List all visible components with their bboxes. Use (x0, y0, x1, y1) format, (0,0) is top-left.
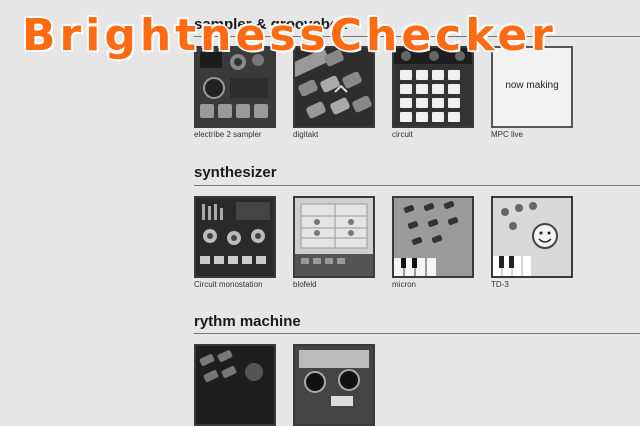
tile-caption: micron (392, 280, 417, 289)
section-divider (194, 185, 640, 186)
tile-caption: blofeld (293, 280, 317, 289)
tile-caption: TD-3 (491, 280, 509, 289)
thumbnail-blofeld[interactable] (293, 196, 375, 278)
thumbnail-rhythm-machine-1[interactable] (194, 344, 276, 426)
thumbnail-micron[interactable] (392, 196, 474, 278)
tile-circuit-monostation[interactable]: Circuit monostation (194, 196, 276, 290)
tile-caption: digitakt (293, 130, 319, 139)
rhythm-machine-2-image (295, 346, 373, 424)
section-title-synthesizer: synthesizer (194, 164, 277, 181)
section-title-rythm-machine: rythm machine (194, 313, 301, 330)
tile-caption: circuit (392, 130, 413, 139)
circuit-monostation-image (196, 198, 274, 276)
brightnesschecker-logo: BrightnessChecker (21, 9, 557, 63)
micron-image (394, 198, 472, 276)
tile-rhythm-machine-1[interactable] (194, 344, 276, 426)
tile-caption: MPC live (491, 130, 524, 139)
blofeld-image (295, 198, 373, 276)
tile-td-3[interactable]: TD-3 (491, 196, 573, 290)
tile-rhythm-machine-2[interactable] (293, 344, 375, 426)
thumbnail-rhythm-machine-2[interactable] (293, 344, 375, 426)
gallery-page: sampler & groovebox electribe 2 sampler (0, 0, 640, 426)
tile-micron[interactable]: micron (392, 196, 474, 290)
rhythm-machine-1-image (196, 346, 274, 424)
section-divider (194, 333, 640, 334)
td-3-image (493, 198, 571, 276)
thumbnail-circuit-monostation[interactable] (194, 196, 276, 278)
tile-blofeld[interactable]: blofeld (293, 196, 375, 290)
tile-caption: electribe 2 sampler (194, 130, 262, 139)
tile-caption: Circuit monostation (194, 280, 263, 289)
placeholder-label: now making (505, 80, 559, 91)
thumbnail-td-3[interactable] (491, 196, 573, 278)
